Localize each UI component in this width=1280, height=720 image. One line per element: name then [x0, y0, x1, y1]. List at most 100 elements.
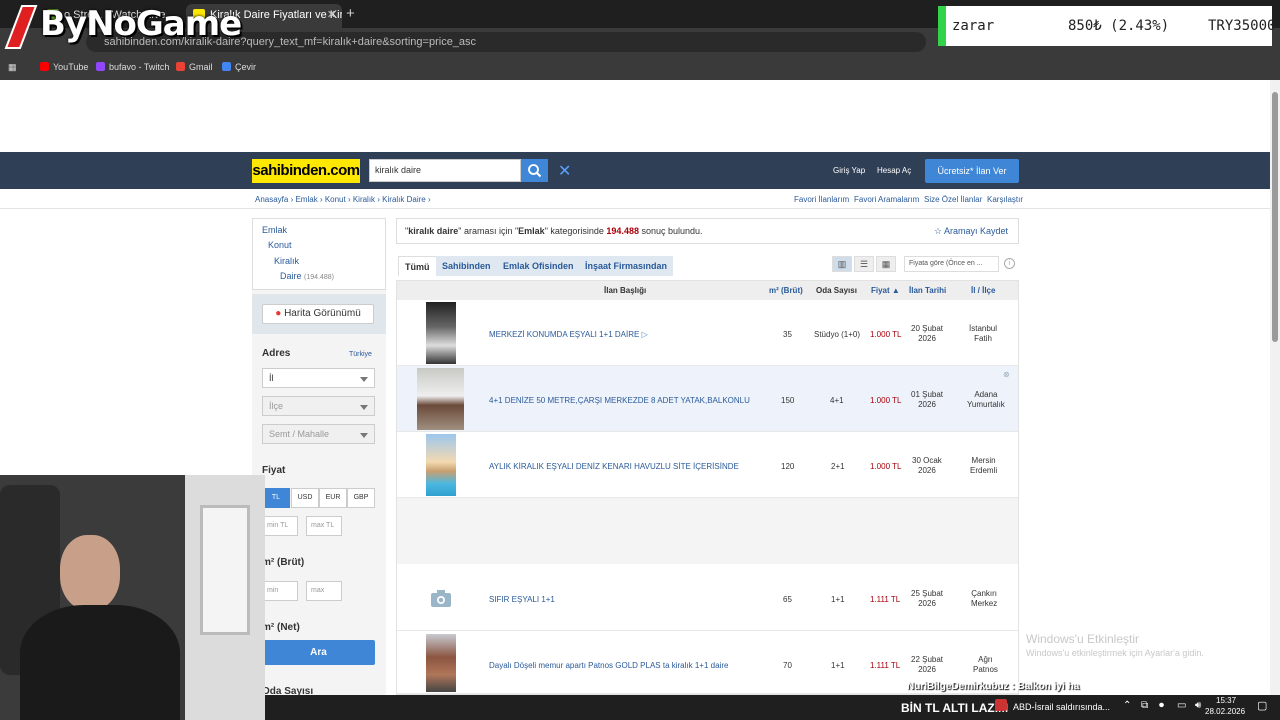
listing-title[interactable]: 4+1 DENİZE 50 METRE,ÇARŞI MERKEZDE 8 ADE…: [489, 396, 750, 405]
news-icon[interactable]: [995, 699, 1007, 711]
favorite-searches-link[interactable]: Favori Aramalarım: [854, 195, 919, 204]
special-ads-link[interactable]: Size Özel İlanlar: [924, 195, 982, 204]
currency-gbp[interactable]: GBP: [347, 488, 375, 508]
login-link[interactable]: Giriş Yap: [833, 166, 865, 175]
col-location[interactable]: İl / İlçe: [971, 286, 995, 295]
category-kiralik[interactable]: Kiralık: [274, 256, 299, 266]
microphone-icon[interactable]: ⏺: [1159, 700, 1164, 711]
scroll-thumb[interactable]: [1272, 92, 1278, 342]
chevron-down-icon: [360, 433, 368, 438]
listing-title[interactable]: MERKEZİ KONUMDA EŞYALI 1+1 DAİRE ▷: [489, 330, 648, 339]
post-ad-button[interactable]: Ücretsiz* İlan Ver: [925, 159, 1019, 183]
category-emlak[interactable]: Emlak: [262, 225, 287, 235]
tab-all[interactable]: Tümü: [398, 256, 437, 276]
site-logo[interactable]: sahibinden.com: [252, 159, 360, 183]
apps-grid-icon[interactable]: ▦: [8, 62, 17, 73]
camera-icon: [431, 590, 451, 607]
bookmark-gmail[interactable]: Gmail: [176, 62, 213, 72]
listing-location: Çankırı Merkez: [971, 589, 998, 608]
breadcrumb-item[interactable]: Konut: [325, 195, 346, 204]
max-m2-input[interactable]: max: [306, 581, 342, 601]
country-link[interactable]: Türkiye: [349, 351, 372, 358]
list-view-icon[interactable]: ☰: [854, 256, 874, 272]
col-rooms[interactable]: Oda Sayısı: [816, 286, 857, 295]
tab-owner[interactable]: Sahibinden: [436, 256, 497, 276]
m2-brut-heading: m² (Brüt): [262, 557, 305, 568]
divider: [0, 208, 1270, 209]
tray-app-icon[interactable]: ⧉: [1141, 700, 1148, 711]
table-row[interactable]: AYLIK KİRALIK EŞYALI DENİZ KENARI HAVUZL…: [397, 432, 1018, 498]
new-tab-button[interactable]: +: [346, 5, 355, 22]
listing-date: 25 Şubat 2026: [911, 589, 944, 608]
ticker-label: zarar: [952, 18, 995, 34]
min-price-input[interactable]: min TL: [262, 516, 298, 536]
search-input[interactable]: kiralık daire: [369, 159, 521, 182]
clear-search-icon[interactable]: ✕: [558, 161, 571, 181]
search-button[interactable]: [521, 159, 548, 182]
page-scrollbar[interactable]: [1270, 80, 1280, 700]
col-price[interactable]: Fiyat ▲: [871, 286, 900, 295]
m2-net-heading: m² (Net): [262, 622, 300, 633]
clock-time[interactable]: 15:37: [1216, 696, 1236, 705]
listing-thumbnail[interactable]: [426, 634, 456, 692]
listing-thumbnail[interactable]: [426, 302, 456, 364]
table-row[interactable]: SIFIR EŞYALI 1+1 65 1+1 1.111 TL 25 Şuba…: [397, 565, 1018, 631]
breadcrumb-item[interactable]: Emlak: [295, 195, 317, 204]
map-view-button[interactable]: ● Harita Görünümü: [262, 304, 374, 324]
listing-m2: 35: [783, 330, 792, 339]
col-m2[interactable]: m² (Brüt): [769, 286, 803, 295]
breadcrumb: Anasayfa › Emlak › Konut › Kiralık › Kir…: [255, 195, 431, 204]
col-title[interactable]: İlan Başlığı: [604, 286, 646, 295]
breadcrumb-item[interactable]: Anasayfa: [255, 195, 288, 204]
tab-agency[interactable]: Emlak Ofisinden: [497, 256, 580, 276]
breadcrumb-item[interactable]: Kiralık: [353, 195, 375, 204]
favorite-ads-link[interactable]: Favori İlanlarım: [794, 195, 849, 204]
listing-price: 1.111 TL: [870, 595, 901, 604]
col-date[interactable]: İlan Tarihi: [909, 286, 946, 295]
news-ticker[interactable]: ABD-İsrail saldırısında...: [1013, 702, 1110, 712]
min-m2-input[interactable]: min: [262, 581, 298, 601]
volume-icon[interactable]: 🔊︎: [1195, 700, 1201, 711]
table-row[interactable]: MERKEZİ KONUMDA EŞYALI 1+1 DAİRE ▷ 35 St…: [397, 300, 1018, 366]
currency-tl[interactable]: TL: [262, 488, 290, 508]
listing-thumbnail[interactable]: [417, 368, 464, 430]
tray-chevron-icon[interactable]: ⌃: [1123, 700, 1131, 711]
currency-usd[interactable]: USD: [291, 488, 319, 508]
compare-link[interactable]: Karşılaştır: [987, 195, 1023, 204]
table-row[interactable]: 4+1 DENİZE 50 METRE,ÇARŞI MERKEZDE 8 ADE…: [397, 366, 1018, 432]
listing-thumbnail[interactable]: [426, 567, 456, 629]
network-icon[interactable]: ▭: [1177, 700, 1186, 711]
notification-icon[interactable]: ▢: [1257, 699, 1267, 712]
category-daire[interactable]: Daire (194.488): [280, 271, 334, 281]
register-link[interactable]: Hesap Aç: [877, 166, 911, 175]
semt-select[interactable]: Semt / Mahalle: [262, 424, 375, 444]
bookmark-translate[interactable]: Çevir: [222, 62, 256, 72]
profit-ticker: zarar 850₺ (2.43%) TRY35000: [938, 6, 1275, 46]
gmail-icon: [176, 62, 185, 71]
il-select[interactable]: İl: [262, 368, 375, 388]
webcam-feed: [0, 475, 265, 720]
breadcrumb-item[interactable]: Kiralık Daire: [382, 195, 426, 204]
max-price-input[interactable]: max TL: [306, 516, 342, 536]
ilce-select[interactable]: İlçe: [262, 396, 375, 416]
bookmark-twitch[interactable]: bufavo - Twitch: [96, 62, 169, 72]
currency-eur[interactable]: EUR: [319, 488, 347, 508]
table-view-icon[interactable]: ▥: [832, 256, 852, 272]
remove-row-icon[interactable]: ⊗: [1003, 370, 1010, 379]
close-tab-icon[interactable]: ✕: [327, 4, 336, 26]
listing-thumbnail[interactable]: [426, 434, 456, 496]
info-icon[interactable]: i: [1004, 258, 1015, 269]
bookmark-youtube[interactable]: YouTube: [40, 62, 88, 72]
listing-title[interactable]: Dayalı Döşeli memur apartı Patnos GOLD P…: [489, 661, 728, 670]
gallery-view-icon[interactable]: ▦: [876, 256, 896, 272]
save-search-link[interactable]: ☆ Aramayı Kaydet: [934, 219, 1008, 243]
listing-title[interactable]: AYLIK KİRALIK EŞYALI DENİZ KENARI HAVUZL…: [489, 462, 739, 471]
listing-location: Adana Yumurtalık: [967, 390, 1005, 409]
listing-price: 1.111 TL: [870, 661, 901, 670]
category-konut[interactable]: Konut: [268, 240, 292, 250]
listing-title[interactable]: SIFIR EŞYALI 1+1: [489, 595, 555, 604]
search-filter-button[interactable]: Ara: [262, 640, 375, 665]
tab-builder[interactable]: İnşaat Firmasından: [579, 256, 674, 276]
clock-date[interactable]: 28.02.2026: [1205, 707, 1245, 716]
sort-select[interactable]: Fiyata göre (Önce en ...: [904, 256, 999, 272]
